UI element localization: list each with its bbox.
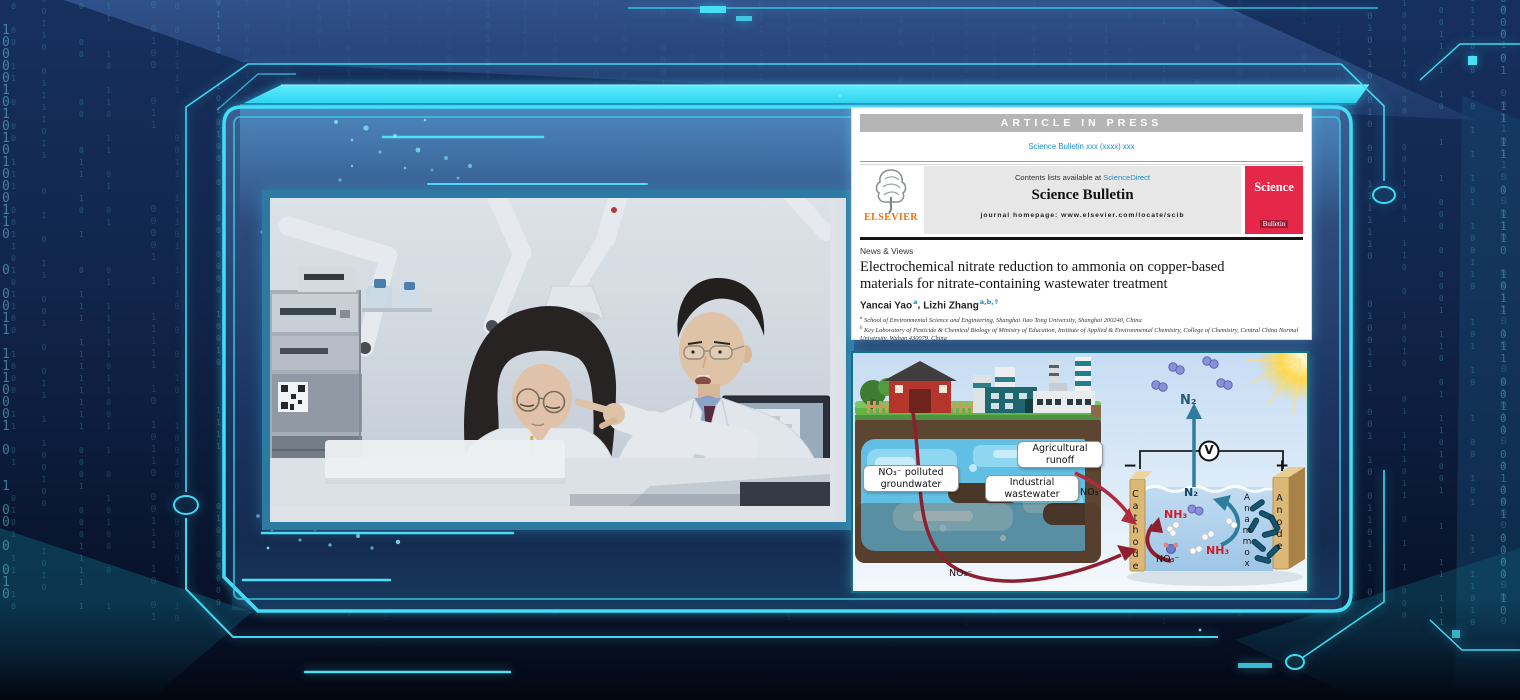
elsevier-tree-icon [871, 167, 911, 213]
elsevier-logo: ELSEVIER [860, 166, 922, 234]
particle-dot [1199, 629, 1202, 632]
plus-terminal: + [1275, 456, 1289, 476]
affiliation-text: School of Environmental Science and Engi… [864, 317, 1142, 324]
cover-title: Science [1245, 180, 1303, 195]
no3-inside-label: NO₃⁻ [1156, 554, 1179, 565]
particle-dot [424, 119, 427, 122]
nh3-left-label: NH₃ [1164, 508, 1187, 521]
groundwater-label-line2: groundwater [867, 479, 955, 491]
minus-terminal: − [1123, 456, 1137, 476]
voltmeter-label: V [1200, 443, 1218, 457]
particle-dot [839, 95, 842, 98]
particle-dot [363, 125, 368, 130]
masthead-rule [860, 237, 1303, 240]
particle-dot [370, 546, 373, 549]
elsevier-wordmark: ELSEVIER [860, 212, 922, 223]
n2-released-label: N₂ [1180, 393, 1197, 408]
article-in-press-banner: ARTICLE IN PRESS [860, 114, 1303, 132]
nh3-right-label: NH₃ [1206, 544, 1229, 557]
particle-dot [416, 148, 421, 153]
groundwater-label: NO₃⁻ polluted groundwater [863, 465, 959, 492]
no3-lower-label: NO₃⁻ [949, 568, 972, 579]
n2-inside-label: N₂ [1184, 486, 1198, 499]
particle-dot [393, 134, 397, 138]
journal-masthead: Contents lists available at ScienceDirec… [924, 166, 1241, 234]
particle-dot [444, 156, 448, 160]
particle-dot [256, 514, 260, 518]
cathode-label: Cathode [1130, 489, 1145, 573]
article-title-line1: Electrochemical nitrate reduction to amm… [860, 259, 1224, 276]
agricultural-runoff-label: Agricultural runoff [1017, 441, 1103, 468]
particle-dot [468, 164, 472, 168]
broadcast-graphic-canvas: 1 1 0 0 0 0 1 1 0 0 0 1 1 1 0 0 1 1 0 1 … [0, 0, 1520, 700]
agricultural-label-line1: Agricultural [1021, 443, 1099, 455]
particle-dot [328, 543, 331, 546]
particle-dot [334, 120, 338, 124]
particle-dot [338, 178, 342, 182]
affiliation-text: Key Laboratory of Pesticide & Chemical B… [860, 327, 1298, 342]
particle-dot [356, 534, 360, 538]
particle-dot [404, 167, 407, 170]
industrial-label-line1: Industrial [989, 477, 1075, 489]
author-name: Yancai Yao [860, 300, 912, 311]
article-title-line2: materials for nitrate-containing wastewa… [860, 276, 1224, 293]
contents-line: Contents lists available at ScienceDirec… [924, 173, 1241, 182]
article-title: Electrochemical nitrate reduction to amm… [860, 259, 1224, 293]
journal-cover-thumbnail: Science Bulletin www.scibull.com [1245, 166, 1303, 234]
paper-affiliations: a School of Environmental Science and En… [860, 315, 1303, 343]
particle-dot [267, 547, 270, 550]
journal-homepage: journal homepage: www.elsevier.com/locat… [924, 212, 1241, 219]
top-accent-bar [244, 85, 1369, 103]
author-name: Lizhi Zhang [923, 300, 979, 311]
affiliation-row: b Key Laboratory of Pesticide & Chemical… [860, 325, 1303, 343]
graphical-abstract-panel: NO₃⁻ polluted groundwater Agricultural r… [851, 351, 1309, 593]
header-divider [860, 161, 1303, 165]
agricultural-label-line2: runoff [1021, 455, 1099, 467]
author-separator: , [917, 300, 920, 311]
industrial-label-line2: wastewater [989, 489, 1075, 501]
anammox-label: Anammox [1242, 493, 1256, 573]
cool-tint-overlay [270, 198, 830, 506]
cover-subtitle: Bulletin [1260, 220, 1289, 228]
lab-photo-illustration [270, 198, 830, 506]
journal-title: Science Bulletin [924, 187, 1241, 204]
affiliation-superscript: a [860, 316, 862, 321]
paper-authors: Yancai Yaoa,Lizhi Zhanga,b,⇑ [860, 298, 999, 311]
author-superscript: a,b,⇑ [980, 298, 999, 306]
particle-dot [457, 177, 460, 180]
sciencedirect-link: ScienceDirect [1103, 173, 1150, 182]
particle-dot [378, 150, 381, 153]
industrial-wastewater-label: Industrial wastewater [985, 475, 1079, 502]
contents-text: Contents lists available at [1015, 173, 1103, 182]
particle-dot [396, 540, 400, 544]
particle-dot [431, 169, 434, 172]
particle-dot [299, 539, 302, 542]
journal-citation: Science Bulletin xxx (xxxx) xxx [852, 142, 1311, 151]
section-label: News & Views [860, 246, 913, 256]
no3-upper-label: NO₃⁻ [1080, 487, 1103, 498]
journal-header: ELSEVIER Contents lists available at Sci… [860, 166, 1303, 234]
particle-dot [351, 165, 353, 167]
affiliation-row: a School of Environmental Science and En… [860, 315, 1303, 325]
paper-first-page: ARTICLE IN PRESS Science Bulletin xxx (x… [851, 107, 1312, 340]
lab-photo-panel [262, 190, 854, 530]
anode-label: Anode [1274, 493, 1289, 571]
particle-dot [351, 139, 354, 142]
groundwater-label-line1: NO₃⁻ polluted [867, 467, 955, 479]
affiliation-superscript: b [860, 326, 862, 331]
